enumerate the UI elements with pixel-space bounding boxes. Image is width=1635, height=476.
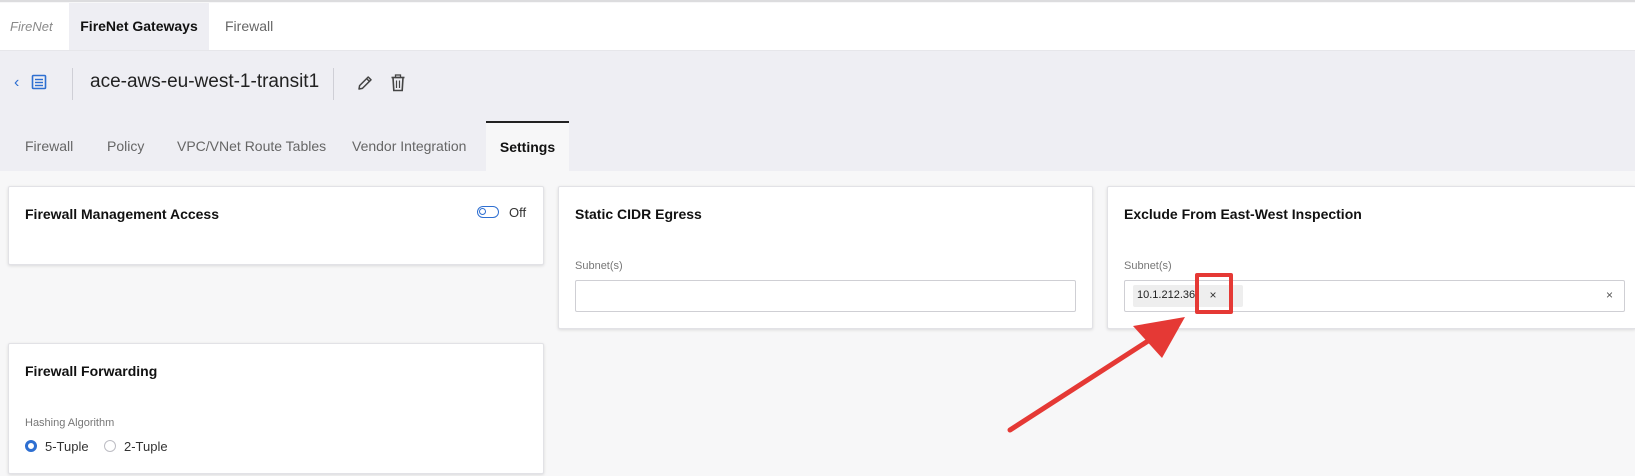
mgmt-access-toggle-label: Off (509, 205, 527, 220)
tab-route-tables[interactable]: VPC/VNet Route Tables (177, 122, 326, 170)
static-cidr-card: Static CIDR Egress Subnet(s) (558, 186, 1093, 329)
tab-firewall-top[interactable]: Firewall (225, 3, 273, 50)
tab-policy[interactable]: Policy (107, 122, 144, 170)
mgmt-access-title: Firewall Management Access (25, 206, 220, 222)
list-icon[interactable] (31, 74, 47, 90)
exclude-ew-subnet-label: Subnet(s) (1124, 260, 1172, 272)
breadcrumb-firenet[interactable]: FireNet (10, 3, 53, 50)
radio-5-tuple-label: 5-Tuple (45, 439, 89, 454)
header-divider (72, 68, 73, 100)
tab-vendor-integration[interactable]: Vendor Integration (352, 122, 466, 170)
tab-settings[interactable]: Settings (486, 121, 569, 172)
exclude-ew-card: Exclude From East-West Inspection Subnet… (1107, 186, 1635, 329)
gateway-title: ace-aws-eu-west-1-transit1 (90, 71, 320, 92)
header-divider (333, 68, 334, 100)
tab-firewall[interactable]: Firewall (25, 122, 73, 170)
top-border (0, 0, 1635, 2)
radio-2-tuple[interactable] (104, 440, 116, 452)
radio-5-tuple[interactable] (25, 440, 37, 452)
static-cidr-title: Static CIDR Egress (575, 206, 702, 222)
radio-2-tuple-label: 2-Tuple (124, 439, 168, 454)
mgmt-access-toggle[interactable] (477, 206, 499, 218)
forwarding-title: Firewall Forwarding (25, 363, 158, 379)
forwarding-card: Firewall Forwarding Hashing Algorithm (8, 343, 544, 474)
trash-icon[interactable] (390, 74, 406, 92)
hashing-label: Hashing Algorithm (25, 417, 115, 429)
exclude-ew-title: Exclude From East-West Inspection (1124, 206, 1362, 222)
tab-firenet-gateways[interactable]: FireNet Gateways (69, 3, 209, 50)
top-tab-bar: FireNet FireNet Gateways Firewall (0, 3, 1635, 51)
static-cidr-subnet-input[interactable] (575, 280, 1076, 312)
static-cidr-subnet-label: Subnet(s) (575, 260, 623, 272)
clear-input-icon[interactable]: × (1606, 288, 1613, 302)
annotation-highlight-box (1195, 273, 1233, 314)
chevron-left-icon[interactable]: ‹ (14, 75, 28, 91)
mgmt-access-card: Firewall Management Access (8, 186, 544, 265)
toggle-knob (479, 208, 486, 215)
subnet-chip-label: 10.1.212.36 (1137, 289, 1196, 301)
pencil-icon[interactable] (356, 74, 374, 92)
